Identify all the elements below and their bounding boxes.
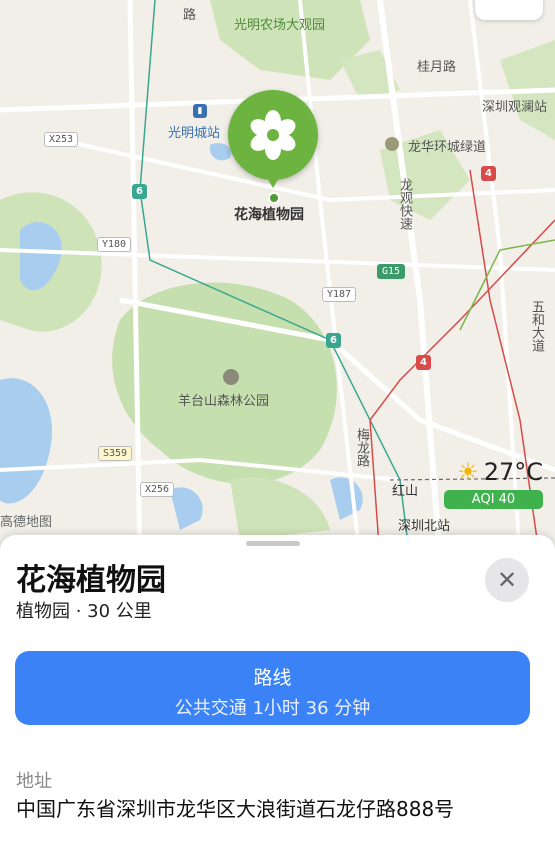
map-label-shenzhen-guanlan[interactable]: 深圳观澜站	[482, 96, 547, 115]
map-label-hongshan[interactable]: 红山	[392, 480, 418, 499]
road-shield-x253: X253	[44, 132, 79, 147]
aqi-badge: AQI 40	[444, 490, 543, 509]
road-shield-x256: X256	[140, 482, 175, 497]
temperature: 27°C	[483, 458, 543, 486]
map-label-guilu: 桂月路	[417, 60, 457, 75]
sun-icon: ☀	[457, 458, 479, 486]
map-label-road-top: 路	[183, 8, 197, 23]
sheet-grabber[interactable]	[246, 541, 300, 546]
close-icon: ✕	[496, 566, 518, 594]
place-subtitle: 植物园 · 30 公里	[16, 601, 152, 622]
weather-widget[interactable]: ☀ 27°C AQI 40	[433, 458, 543, 509]
place-title: 花海植物园	[16, 563, 166, 598]
route-badge-6: 6	[326, 333, 341, 348]
map-label-guangming-station[interactable]: 光明城站	[168, 122, 220, 141]
road-shield-y180: Y180	[97, 237, 132, 252]
pin-label[interactable]: 花海植物园	[234, 204, 304, 224]
map-logo: 高德地图	[0, 515, 53, 530]
metro-icon: ▮	[193, 104, 207, 118]
map-label-meilong: 梅龙路	[354, 428, 369, 467]
map-label-wuhe: 五和大道	[529, 300, 544, 352]
route-button-detail: 公共交通 1小时 36 分钟	[174, 698, 371, 719]
map-label-yangtaishan[interactable]: 羊台山森林公园	[178, 390, 269, 409]
route-badge-4: 4	[416, 355, 431, 370]
road-shield-y187: Y187	[322, 287, 357, 302]
route-button[interactable]: 路线 公共交通 1小时 36 分钟	[15, 651, 530, 725]
greenway-icon	[385, 137, 399, 151]
park-icon	[223, 369, 239, 385]
map-controls-button[interactable]	[475, 0, 543, 20]
flower-icon	[250, 110, 296, 160]
map-label-farm-park[interactable]: 光明农场大观园	[234, 14, 325, 33]
close-button[interactable]: ✕	[485, 558, 529, 602]
route-badge-6: 6	[132, 184, 147, 199]
map-label-longguan-expressway: 龙观快速	[397, 178, 412, 230]
address-label: 地址	[16, 771, 52, 792]
pin-dot	[268, 192, 280, 204]
map-label-longhua-greenway[interactable]: 龙华环城绿道	[408, 136, 486, 155]
pin-tail	[266, 176, 280, 188]
place-pin[interactable]	[228, 90, 318, 180]
place-detail-sheet[interactable]: 花海植物园 植物园 · 30 公里 ✕ 路线 公共交通 1小时 36 分钟 地址…	[0, 535, 555, 866]
road-shield-s359: S359	[98, 446, 133, 461]
route-button-label: 路线	[253, 667, 292, 689]
route-badge-4: 4	[481, 166, 496, 181]
map-label-shenzhen-north[interactable]: 深圳北站	[398, 515, 450, 534]
road-shield-g15: G15	[377, 264, 406, 279]
map-view[interactable]: 路 光明农场大观园 光明城站 桂月路 深圳观澜站 龙华环城绿道 龙观快速 羊台山…	[0, 0, 555, 560]
address-text[interactable]: 中国广东省深圳市龙华区大浪街道石龙仔路888号	[16, 795, 526, 823]
